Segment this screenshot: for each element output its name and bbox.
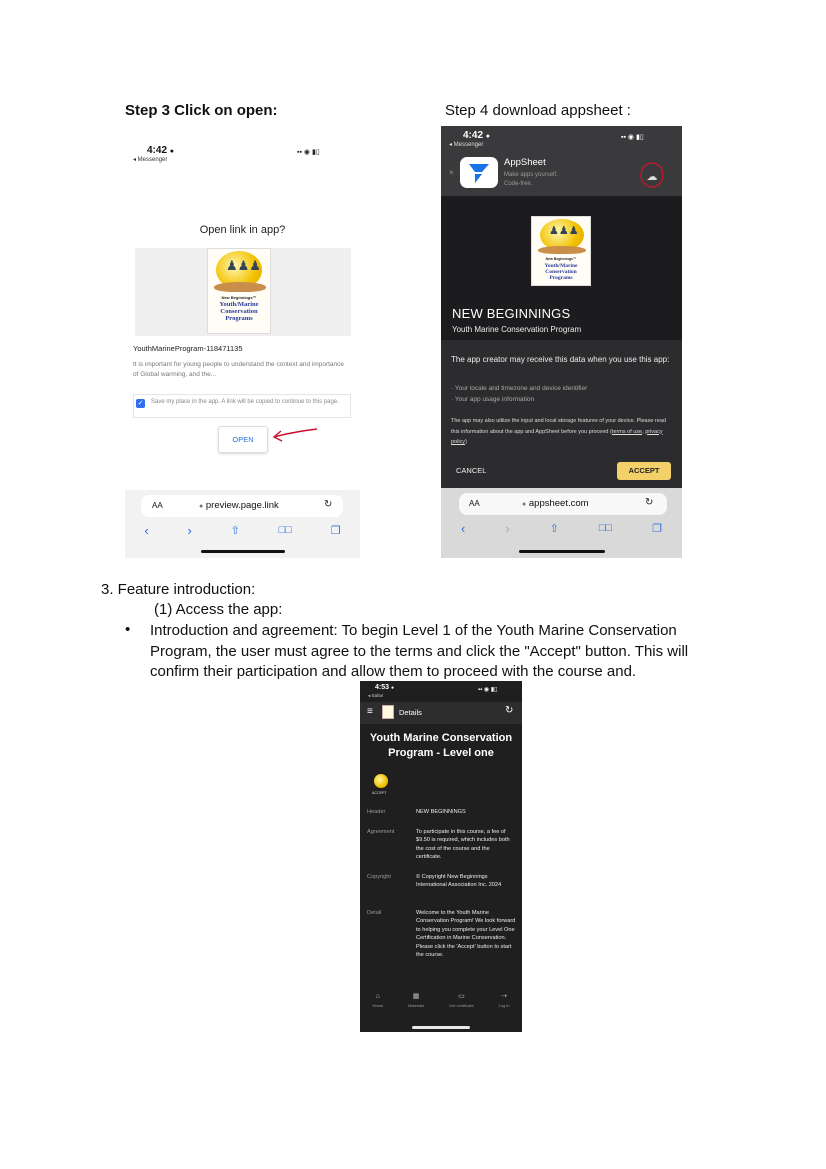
save-place-checkbox[interactable]: ✓	[136, 399, 145, 408]
open-button[interactable]: OPEN	[218, 426, 268, 453]
new-beginnings-logo: ♟♟♟ New Beginnings™ Youth/Marine Conserva…	[531, 216, 591, 286]
status-time: 4:42 ●	[463, 130, 491, 141]
back-to-messenger[interactable]: ◂ Messenger	[449, 141, 483, 148]
back-icon[interactable]: ‹	[461, 521, 465, 536]
forward-icon[interactable]: ›	[505, 521, 509, 536]
nav-log-in[interactable]: ⇢ Log in	[499, 993, 510, 1008]
menu-icon[interactable]: ≡	[367, 706, 373, 717]
back-icon[interactable]: ‹	[144, 523, 148, 538]
back-to-safari[interactable]: ◂ Safari	[368, 693, 383, 699]
red-circle-annotation	[640, 162, 664, 188]
tabs-icon[interactable]: ❐	[331, 524, 341, 537]
status-time: 4:42 ●	[147, 145, 175, 156]
row-label: Detail	[367, 910, 382, 916]
row-value: NEW BEGINNINGS	[416, 809, 466, 815]
accept-caption[interactable]: ACCEPT	[372, 791, 387, 795]
tabs-icon[interactable]: ❐	[652, 522, 662, 535]
step3-heading: Step 3 Click on open:	[125, 102, 278, 119]
row-value: To participate in this course, a fee of …	[416, 829, 510, 861]
book-icon: ▦	[412, 993, 420, 1000]
data-list: · Your locale and timezone and device id…	[451, 384, 676, 405]
section-sub-1: (1) Access the app:	[154, 601, 283, 618]
refresh-icon[interactable]: ↻	[505, 705, 513, 716]
step4-heading: Step 4 download appsheet :	[445, 102, 631, 119]
certificate-icon: ▭	[458, 993, 465, 1000]
row-value: © Copyright New Beginnings International…	[416, 874, 502, 889]
status-icons: ▪▪ ◉ ▮▯	[478, 687, 498, 693]
reload-icon[interactable]: ↻	[645, 497, 653, 508]
data-item: · Your locale and timezone and device id…	[451, 385, 588, 392]
share-icon[interactable]: ⇧	[231, 524, 240, 537]
url-text: ● appsheet.com	[522, 498, 589, 509]
bottom-nav: ⌂ Home ▦ Materials ▭ Get certificate ⇢ L…	[360, 993, 522, 1015]
share-icon[interactable]: ⇧	[550, 522, 559, 535]
screenshot-app-details: 4:53 ● ◂ Safari ▪▪ ◉ ▮▯ ≡ Details ↻ Yout…	[360, 681, 522, 1032]
app-identifier: YouthMarineProgram-118471135	[133, 344, 243, 353]
screenshot-open-link: 4:42 ● ◂ Messenger ▪▪ ◉ ▮▯ Open link in …	[125, 128, 360, 558]
reload-icon[interactable]: ↻	[324, 499, 332, 510]
data-notice: The app creator may receive this data wh…	[451, 355, 670, 364]
close-icon[interactable]: ×	[449, 168, 454, 177]
login-icon: ⇢	[501, 993, 508, 1000]
data-item: · Your app usage information	[451, 395, 535, 403]
reader-aa-button[interactable]: AA	[469, 499, 480, 508]
save-place-label: Save my place in the app. A link will be…	[151, 399, 339, 405]
bookmarks-icon[interactable]: □□	[279, 524, 292, 536]
status-icons: ▪▪ ◉ ▮▯	[621, 134, 644, 141]
fine-print: The app may also utilize the input and l…	[451, 418, 666, 445]
reader-aa-button[interactable]: AA	[152, 501, 163, 510]
nav-get-certificate[interactable]: ▭ Get certificate	[449, 993, 474, 1008]
status-time: 4:53 ●	[375, 684, 394, 691]
appbar-title: Details	[399, 708, 422, 717]
cancel-button[interactable]: CANCEL	[456, 466, 486, 475]
screenshot-appsheet: 4:42 ● ◂ Messenger ▪▪ ◉ ▮▯ × AppSheet Ma…	[441, 126, 682, 558]
back-to-messenger[interactable]: ◂ Messenger	[133, 156, 167, 163]
nav-home[interactable]: ⌂ Home	[372, 993, 383, 1008]
new-beginnings-logo: ♟♟♟ New Beginnings™ Youth/Marine Conserva…	[207, 248, 271, 334]
row-value: Welcome to the Youth Marine Conservation…	[416, 910, 516, 959]
browser-nav: ‹ › ⇧ □□ ❐	[125, 522, 360, 538]
red-arrow-annotation	[272, 428, 318, 442]
intro-paragraph: Introduction and agreement: To begin Lev…	[150, 622, 689, 680]
bullet-marker: •	[125, 621, 131, 638]
appsheet-icon	[460, 157, 498, 188]
status-icons: ▪▪ ◉ ▮▯	[297, 149, 320, 156]
row-label: Copyright	[367, 874, 391, 880]
url-text: ● preview.page.link	[199, 500, 279, 511]
course-title: Youth Marine Conservation Program - Leve…	[369, 732, 513, 759]
home-indicator	[519, 550, 605, 553]
app-tagline: Make apps yourself. Code-free.	[504, 172, 558, 187]
accept-button[interactable]: ACCEPT	[617, 462, 671, 480]
app-logo-icon	[382, 705, 394, 719]
home-indicator	[201, 550, 285, 553]
brand-title: NEW BEGINNINGS	[452, 306, 571, 321]
home-indicator	[412, 1026, 470, 1029]
terms-link[interactable]: terms of use	[612, 429, 642, 435]
browser-nav: ‹ › ⇧ □□ ❐	[441, 520, 682, 536]
bookmarks-icon[interactable]: □□	[599, 522, 612, 534]
forward-icon[interactable]: ›	[188, 523, 192, 538]
app-description: It is important for young people to unde…	[133, 361, 345, 378]
section-item-3: 3. Feature introduction:	[101, 581, 256, 598]
program-subtitle: Youth Marine Conservation Program	[452, 325, 582, 334]
app-name: AppSheet	[504, 157, 546, 168]
row-label: Header	[367, 809, 386, 815]
accept-action-icon[interactable]	[374, 774, 388, 788]
lock-icon: ●	[522, 501, 527, 508]
nav-materials[interactable]: ▦ Materials	[408, 993, 424, 1008]
home-icon: ⌂	[375, 993, 380, 1000]
dialog-title: Open link in app?	[199, 224, 286, 236]
lock-icon: ●	[199, 503, 204, 510]
row-label: Agreement	[367, 829, 395, 835]
